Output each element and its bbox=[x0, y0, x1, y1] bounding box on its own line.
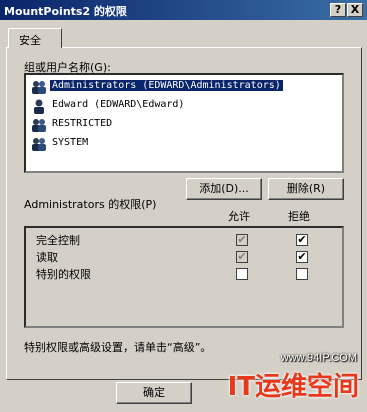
perm-row-read: 读取 bbox=[36, 249, 58, 265]
watermark-url: www.94IP.COM bbox=[280, 352, 357, 364]
tab-security[interactable]: 安全 bbox=[8, 28, 62, 48]
list-item-label: Edward (EDWARD\Edward) bbox=[52, 99, 185, 110]
list-item-label: SYSTEM bbox=[52, 137, 89, 148]
permissions-label: Administrators 的权限(P) bbox=[24, 198, 157, 211]
user-group-icon bbox=[32, 81, 46, 94]
list-item-administrators[interactable]: Administrators (EDWARD\Administrators) bbox=[28, 78, 340, 96]
advanced-hint: 特别权限或高级设置，请单击“高级”。 bbox=[24, 341, 212, 354]
perm-name: 完全控制 bbox=[36, 234, 80, 247]
perm-name: 特别的权限 bbox=[36, 268, 91, 281]
ok-button[interactable]: 确定 bbox=[116, 382, 192, 404]
permissions-list: 完全控制 ✔ ✔ 读取 ✔ ✔ 特别的权限 bbox=[24, 226, 344, 328]
deny-read-checkbox[interactable]: ✔ bbox=[296, 251, 308, 263]
list-item-edward[interactable]: Edward (EDWARD\Edward) bbox=[28, 97, 340, 115]
perm-row-special: 特别的权限 bbox=[36, 266, 91, 282]
user-group-icon bbox=[32, 119, 46, 132]
allow-full-control-checkbox[interactable]: ✔ bbox=[236, 234, 248, 246]
allow-read-checkbox[interactable]: ✔ bbox=[236, 251, 248, 263]
list-item-system[interactable]: SYSTEM bbox=[28, 135, 340, 153]
user-icon bbox=[34, 99, 44, 114]
allow-header: 允许 bbox=[228, 210, 250, 223]
help-button[interactable]: ? bbox=[330, 3, 346, 17]
list-item-label: Administrators (EDWARD\Administrators) bbox=[49, 79, 284, 92]
deny-full-control-checkbox[interactable]: ✔ bbox=[296, 234, 308, 246]
tab-security-label: 安全 bbox=[19, 34, 41, 47]
watermark-brand: IT运维空间 bbox=[227, 372, 359, 402]
title-bar: MountPoints2 的权限 ? X bbox=[0, 0, 367, 20]
add-button[interactable]: 添加(D)... bbox=[186, 178, 262, 200]
list-item-label: RESTRICTED bbox=[52, 118, 113, 129]
close-button[interactable]: X bbox=[347, 3, 363, 17]
perm-name: 读取 bbox=[36, 251, 58, 264]
remove-button[interactable]: 删除(R) bbox=[268, 178, 344, 200]
user-group-icon bbox=[32, 138, 46, 151]
allow-special-checkbox[interactable] bbox=[236, 268, 248, 280]
perm-row-full-control: 完全控制 bbox=[36, 232, 80, 248]
watermark: www.94IP.COM IT运维空间 bbox=[211, 352, 361, 408]
deny-header: 拒绝 bbox=[288, 210, 310, 223]
window-title: MountPoints2 的权限 bbox=[4, 5, 127, 18]
list-item-restricted[interactable]: RESTRICTED bbox=[28, 116, 340, 134]
users-listbox[interactable]: Administrators (EDWARD\Administrators) E… bbox=[24, 73, 344, 173]
deny-special-checkbox[interactable] bbox=[296, 268, 308, 280]
